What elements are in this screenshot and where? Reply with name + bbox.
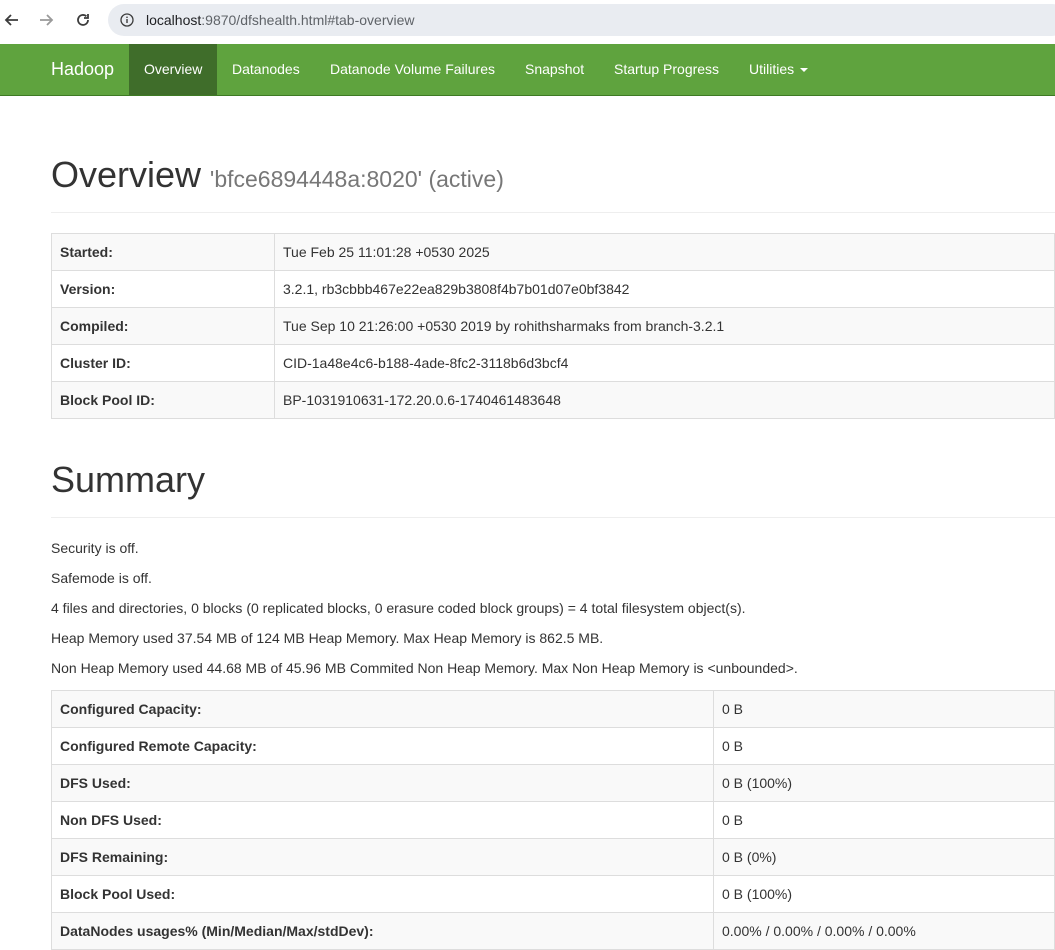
security-status: Security is off.	[51, 540, 139, 556]
table-row: Non DFS Used: 0 B	[51, 801, 1055, 839]
table-row: Configured Capacity: 0 B	[51, 690, 1055, 728]
row-key: DFS Used:	[51, 764, 714, 802]
row-key: DataNodes usages% (Min/Median/Max/stdDev…	[51, 912, 714, 950]
row-key: DFS Remaining:	[51, 838, 714, 876]
tab-startup-progress[interactable]: Startup Progress	[599, 44, 734, 95]
url-host: localhost	[146, 12, 202, 28]
forward-arrow-icon[interactable]	[34, 8, 58, 32]
tab-overview[interactable]: Overview	[129, 44, 218, 95]
namenode-address: 'bfce6894448a:8020' (active)	[209, 166, 504, 192]
row-value: 3.2.1, rb3cbbb467e22ea829b3808f4b7b01d07…	[274, 270, 1055, 308]
table-row: DFS Used: 0 B (100%)	[51, 764, 1055, 802]
table-row: DataNodes usages% (Min/Median/Max/stdDev…	[51, 912, 1055, 950]
overview-heading: Overview	[51, 154, 202, 195]
table-row: DFS Remaining: 0 B (0%)	[51, 838, 1055, 876]
filesystem-objects: 4 files and directories, 0 blocks (0 rep…	[51, 600, 746, 616]
row-value: BP-1031910631-172.20.0.6-1740461483648	[274, 381, 1055, 419]
row-key: Compiled:	[51, 307, 275, 345]
row-value: 0.00% / 0.00% / 0.00% / 0.00%	[713, 912, 1055, 950]
row-key: Block Pool Used:	[51, 875, 714, 913]
row-value: Tue Feb 25 11:01:28 +0530 2025	[274, 233, 1055, 271]
row-key: Non DFS Used:	[51, 801, 714, 839]
tab-snapshot[interactable]: Snapshot	[510, 44, 599, 95]
row-value: 0 B (100%)	[713, 764, 1055, 802]
table-row: Block Pool Used: 0 B (100%)	[51, 875, 1055, 913]
back-arrow-icon[interactable]	[0, 8, 24, 32]
url-path: :9870/dfshealth.html#tab-overview	[201, 12, 415, 28]
tab-datanodes[interactable]: Datanodes	[217, 44, 315, 95]
tab-datanode-volume-failures[interactable]: Datanode Volume Failures	[315, 44, 510, 95]
row-value: Tue Sep 10 21:26:00 +0530 2019 by rohith…	[274, 307, 1055, 345]
url-text: localhost:9870/dfshealth.html#tab-overvi…	[146, 12, 415, 28]
utilities-dropdown[interactable]: Utilities	[734, 44, 823, 95]
row-value: 0 B (100%)	[713, 875, 1055, 913]
reload-icon[interactable]	[71, 8, 95, 32]
non-heap-memory: Non Heap Memory used 44.68 MB of 45.96 M…	[51, 660, 798, 676]
site-info-icon[interactable]	[120, 13, 134, 27]
row-value: CID-1a48e4c6-b188-4ade-8fc2-3118b6d3bcf4	[274, 344, 1055, 382]
address-bar[interactable]: localhost:9870/dfshealth.html#tab-overvi…	[108, 4, 1055, 36]
overview-header: Overview 'bfce6894448a:8020' (active)	[51, 154, 1055, 213]
overview-table: Started: Tue Feb 25 11:01:28 +0530 2025 …	[51, 233, 1055, 419]
row-value: 0 B	[713, 801, 1055, 839]
navbar: Hadoop Overview Datanodes Datanode Volum…	[0, 44, 1055, 96]
row-key: Configured Remote Capacity:	[51, 727, 714, 765]
table-row: Configured Remote Capacity: 0 B	[51, 727, 1055, 765]
table-row: Block Pool ID: BP-1031910631-172.20.0.6-…	[51, 381, 1055, 419]
summary-table: Configured Capacity: 0 B Configured Remo…	[51, 690, 1055, 950]
row-value: 0 B	[713, 727, 1055, 765]
safemode-status: Safemode is off.	[51, 570, 152, 586]
table-row: Cluster ID: CID-1a48e4c6-b188-4ade-8fc2-…	[51, 344, 1055, 382]
row-value: 0 B	[713, 690, 1055, 728]
overview-title: Overview 'bfce6894448a:8020' (active)	[51, 154, 1055, 196]
main-content: Overview 'bfce6894448a:8020' (active) St…	[51, 96, 1055, 950]
row-key: Started:	[51, 233, 275, 271]
utilities-label: Utilities	[749, 61, 795, 77]
brand-logo[interactable]: Hadoop	[51, 44, 114, 95]
browser-toolbar: localhost:9870/dfshealth.html#tab-overvi…	[0, 0, 1055, 44]
table-row: Compiled: Tue Sep 10 21:26:00 +0530 2019…	[51, 307, 1055, 345]
summary-lines: Security is off. Safemode is off. 4 file…	[51, 540, 1055, 690]
row-value: 0 B (0%)	[713, 838, 1055, 876]
summary-title: Summary	[51, 459, 206, 500]
row-key: Block Pool ID:	[51, 381, 275, 419]
table-row: Started: Tue Feb 25 11:01:28 +0530 2025	[51, 233, 1055, 271]
caret-down-icon	[800, 68, 809, 73]
row-key: Cluster ID:	[51, 344, 275, 382]
table-row: Version: 3.2.1, rb3cbbb467e22ea829b3808f…	[51, 270, 1055, 308]
heap-memory: Heap Memory used 37.54 MB of 124 MB Heap…	[51, 630, 604, 646]
row-key: Configured Capacity:	[51, 690, 714, 728]
row-key: Version:	[51, 270, 275, 308]
summary-header: Summary	[51, 459, 1055, 518]
